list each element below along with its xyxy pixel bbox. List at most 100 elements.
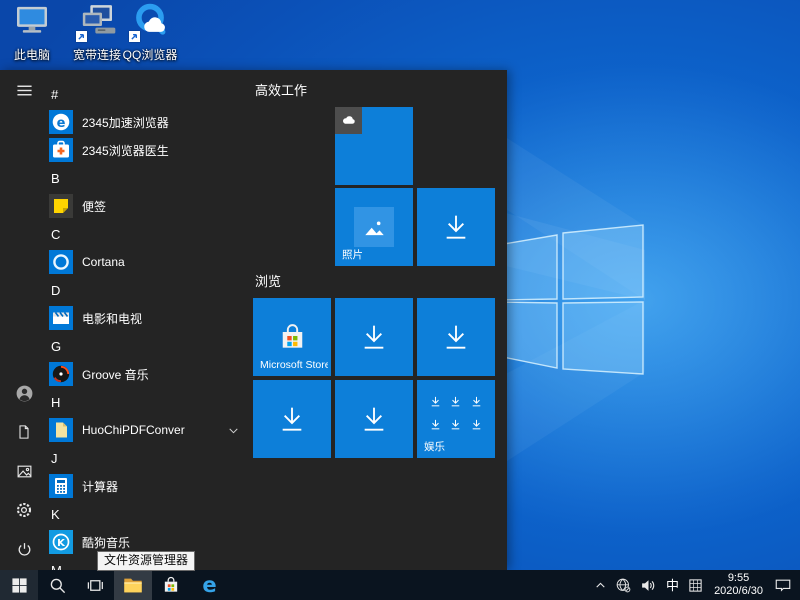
download-arrow-icon <box>276 403 308 435</box>
svg-text:K: K <box>57 538 66 549</box>
app-list-header[interactable]: # <box>48 80 248 108</box>
documents-button[interactable] <box>0 414 48 453</box>
tile-photos[interactable]: 照片 <box>335 188 413 266</box>
file-explorer-button[interactable] <box>114 570 152 600</box>
app-list-header-label: G <box>51 339 61 354</box>
tile-store[interactable]: Microsoft Store <box>253 298 331 376</box>
network-globe-icon[interactable] <box>611 570 636 600</box>
tile-label: 照片 <box>342 249 363 261</box>
tile-label: 娱乐 <box>424 441 445 453</box>
app-item-stickynote[interactable]: 便签 <box>48 192 248 220</box>
store-bag-icon <box>276 321 309 354</box>
movies-icon <box>49 306 73 330</box>
desktop-icon-this-pc[interactable]: 此电脑 <box>0 6 64 63</box>
start-menu-rail <box>0 70 48 570</box>
app-list-header[interactable]: G <box>48 332 248 360</box>
tile-group-title[interactable]: 浏览 <box>255 271 281 290</box>
edge-icon: e <box>198 574 221 597</box>
microsoft-store-button[interactable] <box>152 570 190 600</box>
folder-tile-mini-downloads <box>417 380 495 436</box>
expand-menu-button[interactable] <box>0 72 48 112</box>
tile-download[interactable] <box>335 380 413 458</box>
search-icon <box>48 576 67 595</box>
tile-onedrive-corner[interactable] <box>335 107 413 185</box>
tile-group-title[interactable]: 高效工作 <box>255 80 307 99</box>
this-pc-icon <box>0 6 64 43</box>
taskbar: e 中 9:55 2020/6/30 <box>0 570 800 600</box>
pictures-button[interactable] <box>0 453 48 492</box>
app-item-calculator[interactable]: 计算器 <box>48 472 248 500</box>
user-account-button[interactable] <box>0 375 48 414</box>
download-arrow-icon <box>449 395 462 408</box>
app-item-doctor2345[interactable]: 2345浏览器医生 <box>48 136 248 164</box>
tile-download[interactable] <box>417 298 495 376</box>
pictures-icon <box>16 463 33 483</box>
rail-bottom <box>0 375 48 570</box>
svg-text:e: e <box>202 574 216 597</box>
clock-date: 2020/6/30 <box>714 585 763 598</box>
app-list-header[interactable]: H <box>48 388 248 416</box>
cortana-icon <box>49 250 73 274</box>
taskbar-spacer <box>228 570 590 600</box>
groove-icon <box>49 362 73 386</box>
edge-button[interactable]: e <box>190 570 228 600</box>
shortcut-arrow-icon <box>76 31 87 42</box>
taskbar-clock[interactable]: 9:55 2020/6/30 <box>707 572 770 598</box>
tooltip: 文件资源管理器 <box>97 551 195 571</box>
start-button[interactable] <box>0 570 38 600</box>
app-list-header-label: B <box>51 171 60 186</box>
download-arrow-icon <box>429 395 442 408</box>
ime-keyboard-icon[interactable] <box>684 570 707 600</box>
app-item-browser2345[interactable]: e 2345加速浏览器 <box>48 108 248 136</box>
download-arrow-icon <box>358 403 390 435</box>
action-center-icon[interactable] <box>770 570 796 600</box>
clock-time: 9:55 <box>714 572 763 585</box>
desktop-icon-label: 此电脑 <box>0 46 64 63</box>
tile-download-group[interactable]: 娱乐 <box>417 380 495 458</box>
tile-label: Microsoft Store <box>260 359 328 371</box>
screen: 此电脑 宽带连接 QQ浏览器 #e2345加速浏览器2345浏览器医生B便签CC… <box>0 0 800 600</box>
settings-button[interactable] <box>0 492 48 531</box>
app-list-header[interactable]: J <box>48 444 248 472</box>
store-bag-icon <box>161 575 181 595</box>
app-list-header[interactable]: B <box>48 164 248 192</box>
browser2345-icon: e <box>49 110 73 134</box>
app-list-header[interactable]: C <box>48 220 248 248</box>
taskbar-search-button[interactable] <box>38 570 76 600</box>
app-list-header[interactable]: K <box>48 500 248 528</box>
app-item-movies[interactable]: 电影和电视 <box>48 304 248 332</box>
tile-download[interactable] <box>335 298 413 376</box>
task-view-button[interactable] <box>76 570 114 600</box>
tile-download[interactable] <box>417 188 495 266</box>
app-item-cortana[interactable]: Cortana <box>48 248 248 276</box>
app-item-label: 2345加速浏览器 <box>82 114 169 131</box>
tile-download[interactable] <box>253 380 331 458</box>
stickynote-icon <box>49 194 73 218</box>
system-tray: 中 9:55 2020/6/30 <box>590 570 800 600</box>
shortcut-arrow-icon <box>129 31 140 42</box>
app-item-label: 电影和电视 <box>82 310 142 327</box>
app-list-header-label: D <box>51 283 60 298</box>
app-item-groove[interactable]: Groove 音乐 <box>48 360 248 388</box>
app-list-header-label: C <box>51 227 60 242</box>
app-item-label: 便签 <box>82 198 106 215</box>
power-button[interactable] <box>0 531 48 570</box>
tray-chevron-up-icon[interactable] <box>590 570 611 600</box>
desktop-icon-qq-browser[interactable]: QQ浏览器 <box>118 6 182 63</box>
download-arrow-icon <box>470 418 483 431</box>
chevron-down-icon[interactable] <box>227 424 240 437</box>
volume-icon[interactable] <box>636 570 661 600</box>
app-item-pdf[interactable]: HuoChiPDFConver <box>48 416 248 444</box>
ime-mode-indicator[interactable]: 中 <box>661 570 684 600</box>
app-list-header[interactable]: D <box>48 276 248 304</box>
app-item-label: HuoChiPDFConver <box>82 423 185 437</box>
download-arrow-icon <box>440 321 472 353</box>
app-item-label: 计算器 <box>82 478 118 495</box>
windows-logo-icon <box>11 577 28 594</box>
download-arrow-icon <box>440 211 472 243</box>
app-item-label: Groove 音乐 <box>82 366 149 383</box>
download-arrow-icon <box>449 418 462 431</box>
user-icon <box>15 384 34 406</box>
app-list-header-label: K <box>51 507 60 522</box>
app-list: #e 2345加速浏览器 2345浏览器医生 B 便签 C Cortana D 电影和电视 G Gr… <box>48 80 248 570</box>
